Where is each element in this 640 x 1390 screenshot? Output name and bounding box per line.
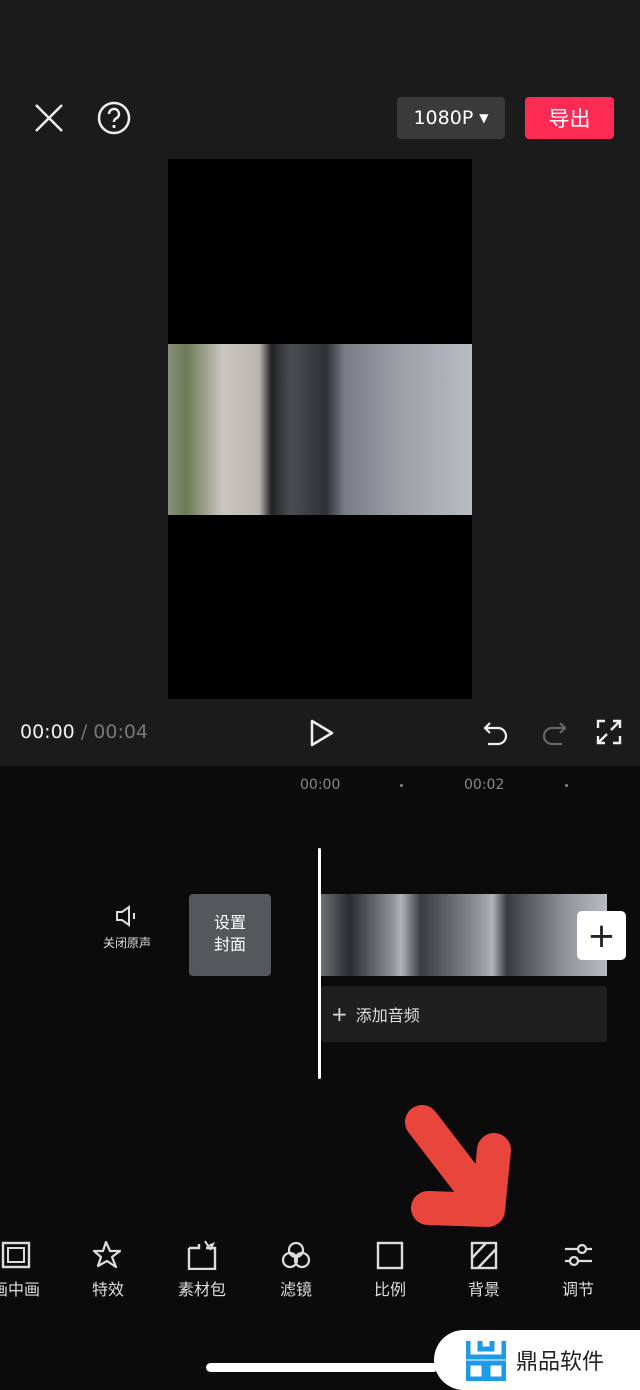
total-time: 00:04 <box>93 721 149 743</box>
home-indicator <box>206 1363 438 1372</box>
caret-down-icon: ▼ <box>479 111 489 125</box>
background-icon <box>470 1241 498 1270</box>
picture-in-picture-icon <box>1 1241 31 1269</box>
set-cover-button[interactable]: 设置 封面 <box>189 894 271 976</box>
video-clip-track[interactable] <box>321 894 607 976</box>
plus-icon: + <box>331 1002 348 1026</box>
tool-label: 画中画 <box>0 1280 40 1299</box>
speaker-icon <box>116 905 135 927</box>
tool-label: 比例 <box>373 1280 406 1299</box>
help-icon[interactable] <box>97 101 131 135</box>
cover-label: 封面 <box>213 935 246 954</box>
adjust-icon <box>565 1243 592 1267</box>
watermark-logo-icon <box>466 1341 506 1381</box>
add-audio-label: 添加音频 <box>355 1006 420 1025</box>
ruler-dot <box>400 784 403 787</box>
material-pack-icon <box>187 1240 217 1270</box>
playhead[interactable] <box>318 848 321 1079</box>
effects-star-icon <box>92 1240 122 1269</box>
tool-ratio[interactable]: 比例 <box>350 1240 430 1300</box>
mute-label: 关闭原声 <box>102 936 151 950</box>
tool-material-pack[interactable]: 素材包 <box>162 1240 242 1300</box>
undo-icon[interactable] <box>482 720 510 746</box>
tool-picture-in-picture[interactable]: 画中画 <box>0 1240 56 1300</box>
annotation-arrow-icon <box>405 1105 511 1227</box>
current-time: 00:00 <box>20 721 75 743</box>
filter-icon <box>281 1241 311 1269</box>
tool-label: 滤镜 <box>279 1280 312 1299</box>
play-icon[interactable] <box>309 719 335 747</box>
redo-icon[interactable] <box>540 720 568 746</box>
watermark: 鼎品软件 <box>434 1330 640 1390</box>
time-display: 00:00 / 00:04 <box>20 721 148 743</box>
watermark-text: 鼎品软件 <box>516 1350 605 1375</box>
tool-label: 素材包 <box>177 1280 226 1299</box>
tool-adjust[interactable]: 调节 <box>538 1240 618 1300</box>
ruler-tick: 00:02 <box>464 777 505 793</box>
close-icon[interactable] <box>34 103 64 133</box>
fullscreen-icon[interactable] <box>596 719 622 745</box>
tool-label: 调节 <box>561 1280 594 1299</box>
tool-effects[interactable]: 特效 <box>68 1240 148 1300</box>
ruler-dot <box>565 784 568 787</box>
add-clip-button[interactable]: + <box>577 911 626 960</box>
video-frame <box>168 344 472 515</box>
video-preview[interactable] <box>168 159 472 699</box>
mute-original-button[interactable]: 关闭原声 <box>98 904 156 951</box>
cover-label: 设置 <box>213 913 246 932</box>
tool-filter[interactable]: 滤镜 <box>256 1240 336 1300</box>
tool-label: 特效 <box>91 1280 124 1299</box>
tool-label: 背景 <box>467 1280 500 1299</box>
resolution-label: 1080P <box>413 107 474 129</box>
resolution-dropdown[interactable]: 1080P ▼ <box>397 97 505 139</box>
add-audio-button[interactable]: + 添加音频 <box>321 986 607 1042</box>
ratio-icon <box>376 1241 404 1270</box>
time-separator: / <box>80 721 88 743</box>
export-button[interactable]: 导出 <box>525 97 614 139</box>
ruler-tick: 00:00 <box>300 777 341 793</box>
tool-background[interactable]: 背景 <box>444 1240 524 1300</box>
